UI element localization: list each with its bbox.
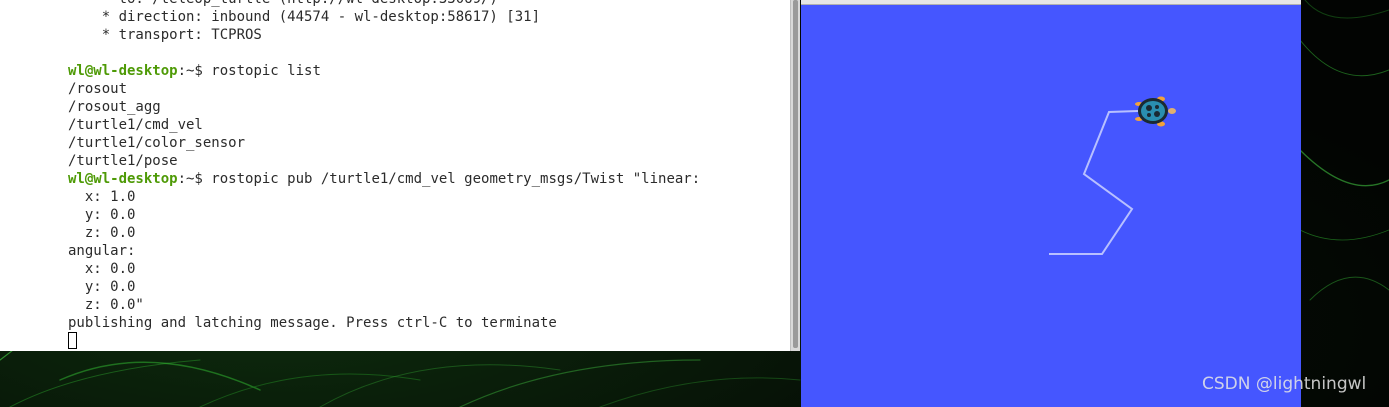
output-text: /rosout_agg [68,99,161,115]
turtle-icon [1135,96,1176,127]
turtle-trail [1049,110,1139,255]
turtlesim-window[interactable] [801,0,1301,407]
terminal-window[interactable]: * to: /teleop_turtle (http://wl-desktop:… [0,0,790,351]
output-text: y: 0.0 [68,279,136,295]
prompt-user-host: wl@wl-desktop [68,171,178,187]
output-text: publishing and latching message. Press c… [68,315,557,331]
terminal-line: x: 1.0 [68,188,700,206]
terminal-line: y: 0.0 [68,278,700,296]
output-text: z: 0.0 [68,225,136,241]
terminal-line: /turtle1/cmd_vel [68,116,700,134]
output-text: y: 0.0 [68,207,136,223]
output-text: z: 0.0" [68,297,144,313]
terminal-scrollbar[interactable] [790,0,800,351]
terminal-gutter [0,0,66,351]
command-text: rostopic pub /turtle1/cmd_vel geometry_m… [211,171,701,187]
terminal-line: wl@wl-desktop:~$ rostopic pub /turtle1/c… [68,170,700,188]
output-text: * to: /teleop_turtle (http://wl-desktop:… [68,0,498,7]
prompt-user-host: wl@wl-desktop [68,63,178,79]
terminal-line: y: 0.0 [68,206,700,224]
output-text: x: 1.0 [68,189,136,205]
terminal-line: publishing and latching message. Press c… [68,314,700,332]
output-text: angular: [68,243,136,259]
terminal-line: * to: /teleop_turtle (http://wl-desktop:… [68,0,700,8]
terminal-line: /rosout_agg [68,98,700,116]
prompt-path: :~$ [177,171,212,187]
terminal-line: x: 0.0 [68,260,700,278]
terminal-line: /rosout [68,80,700,98]
output-text: * direction: inbound (44574 - wl-desktop… [68,9,541,25]
terminal-line: * direction: inbound (44574 - wl-desktop… [68,8,700,26]
terminal-scrollbar-thumb[interactable] [793,0,798,348]
terminal-output[interactable]: * to: /teleop_turtle (http://wl-desktop:… [68,0,700,350]
turtlesim-canvas [1049,96,1176,255]
output-text: /turtle1/pose [68,153,178,169]
output-text: /rosout [68,81,128,97]
terminal-line: angular: [68,242,700,260]
terminal-line: z: 0.0 [68,224,700,242]
text-cursor [68,332,77,349]
terminal-line: * transport: TCPROS [68,26,700,44]
terminal-cursor-line [68,332,700,350]
output-text: /turtle1/cmd_vel [68,117,203,133]
terminal-line: wl@wl-desktop:~$ rostopic list [68,62,700,80]
watermark-text: CSDN @lightningwl [1202,374,1367,394]
terminal-line: z: 0.0" [68,296,700,314]
output-text: * transport: TCPROS [68,27,262,43]
output-text: x: 0.0 [68,261,136,277]
output-text: /turtle1/color_sensor [68,135,246,151]
prompt-path: :~$ [177,63,212,79]
command-text: rostopic list [211,63,321,79]
terminal-line: /turtle1/color_sensor [68,134,700,152]
terminal-line: /turtle1/pose [68,152,700,170]
